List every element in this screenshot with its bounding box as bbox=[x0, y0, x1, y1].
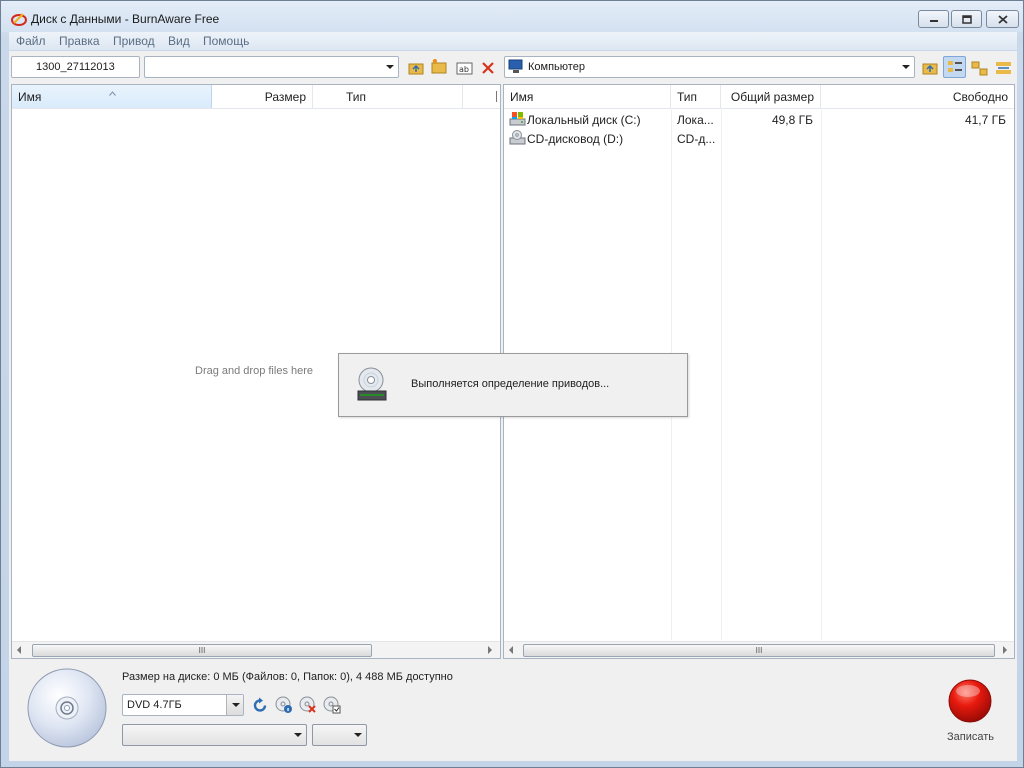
column-header-type[interactable]: Тип bbox=[313, 85, 463, 108]
chevron-down-icon[interactable] bbox=[902, 65, 910, 69]
disc-label-text: 1300_27112013 bbox=[36, 61, 115, 73]
drive-select[interactable] bbox=[122, 724, 307, 746]
list-item-local-disk[interactable]: Локальный диск (C:) Лока... 49,8 ГБ 41,7… bbox=[504, 110, 1014, 129]
refresh-icon[interactable] bbox=[251, 696, 269, 714]
horizontal-scrollbar[interactable]: III bbox=[504, 641, 1014, 658]
maximize-button[interactable] bbox=[951, 10, 982, 28]
drop-hint-text: Drag and drop files here bbox=[195, 365, 314, 377]
disc-graphic-icon bbox=[26, 667, 108, 752]
column-header-label: Размер bbox=[264, 90, 306, 104]
rename-icon[interactable]: ab bbox=[455, 59, 473, 77]
delete-icon[interactable] bbox=[479, 59, 497, 77]
scroll-thumb[interactable]: III bbox=[523, 644, 995, 657]
close-button[interactable] bbox=[986, 10, 1019, 28]
drive-type: CD-д... bbox=[677, 132, 716, 146]
column-header-extra[interactable] bbox=[463, 85, 500, 108]
location-combo[interactable]: Компьютер bbox=[504, 56, 915, 78]
header-divider bbox=[504, 108, 1014, 109]
hard-drive-icon bbox=[509, 111, 526, 130]
column-header-label: Свободно bbox=[952, 90, 1008, 104]
eject-disc-icon[interactable] bbox=[323, 696, 341, 714]
disc-label-input[interactable]: 1300_27112013 bbox=[11, 56, 140, 78]
disc-size-status: Размер на диске: 0 МБ (Файлов: 0, Папок:… bbox=[122, 671, 453, 683]
folder-up-icon[interactable] bbox=[921, 59, 939, 77]
burnaware-logo-icon bbox=[10, 11, 28, 27]
burn-button-label: Записать bbox=[947, 731, 995, 743]
drive-name: Локальный диск (C:) bbox=[527, 113, 641, 127]
disc-drive-icon bbox=[356, 367, 388, 406]
header-divider bbox=[12, 108, 500, 109]
menu-drive[interactable]: Привод bbox=[113, 34, 155, 48]
scroll-left-icon[interactable] bbox=[509, 646, 513, 654]
disc-type-select[interactable]: DVD 4.7ГБ bbox=[122, 694, 244, 716]
column-header-label: Тип bbox=[677, 90, 698, 104]
menu-file[interactable]: Файл bbox=[16, 34, 46, 48]
computer-icon bbox=[508, 59, 524, 77]
chevron-down-icon[interactable] bbox=[226, 695, 243, 715]
sync-view-icon[interactable] bbox=[994, 59, 1012, 77]
column-header-label: Тип bbox=[346, 90, 367, 104]
menu-help[interactable]: Помощь bbox=[203, 34, 249, 48]
write-speed-select[interactable] bbox=[312, 724, 367, 746]
disc-info-icon[interactable] bbox=[275, 696, 293, 714]
location-value: Компьютер bbox=[528, 61, 585, 73]
list-item-cd-drive[interactable]: CD-дисковод (D:) CD-д... bbox=[504, 129, 1014, 148]
column-header-name[interactable]: Имя bbox=[12, 85, 212, 108]
column-header-size[interactable]: Размер bbox=[212, 85, 313, 108]
sort-ascending-icon bbox=[109, 85, 116, 99]
record-icon bbox=[947, 678, 993, 727]
scroll-left-icon[interactable] bbox=[17, 646, 21, 654]
column-header-total-size[interactable]: Общий размер bbox=[721, 85, 821, 108]
window-title: Диск с Данными - BurnAware Free bbox=[31, 12, 220, 26]
menu-edit[interactable]: Правка bbox=[59, 34, 100, 48]
chevron-down-icon[interactable] bbox=[386, 65, 394, 69]
folder-up-icon[interactable] bbox=[407, 59, 425, 77]
column-header-label: Общий размер bbox=[730, 90, 814, 104]
minimize-button[interactable] bbox=[918, 10, 949, 28]
disc-type-value: DVD 4.7ГБ bbox=[127, 699, 182, 711]
list-view-icon[interactable] bbox=[970, 59, 988, 77]
column-header-label: Имя bbox=[18, 90, 42, 104]
column-divider bbox=[821, 108, 822, 640]
column-header-free[interactable]: Свободно bbox=[821, 85, 1014, 108]
scroll-thumb[interactable]: III bbox=[32, 644, 372, 657]
column-header-name[interactable]: Имя bbox=[504, 85, 671, 108]
scroll-right-icon[interactable] bbox=[488, 646, 492, 654]
horizontal-scrollbar[interactable]: III bbox=[12, 641, 500, 658]
menu-bar: Файл Правка Привод Вид Помощь bbox=[9, 32, 1017, 50]
details-view-icon[interactable] bbox=[943, 56, 966, 78]
dialog-message: Выполняется определение приводов... bbox=[411, 378, 610, 390]
new-folder-icon[interactable] bbox=[431, 57, 449, 75]
path-combo[interactable] bbox=[144, 56, 399, 78]
menu-view[interactable]: Вид bbox=[168, 34, 190, 48]
column-divider bbox=[721, 108, 722, 640]
app-window: Диск с Данными - BurnAware Free Файл Пра… bbox=[0, 0, 1024, 768]
burn-button[interactable]: Записать bbox=[937, 675, 1005, 747]
drive-name: CD-дисковод (D:) bbox=[527, 132, 624, 146]
column-divider-mark bbox=[496, 91, 497, 102]
column-header-label: Имя bbox=[510, 90, 534, 104]
cd-drive-icon bbox=[509, 130, 526, 149]
svg-text:ab: ab bbox=[459, 65, 469, 74]
scroll-right-icon[interactable] bbox=[1003, 646, 1007, 654]
drive-free-space: 41,7 ГБ bbox=[964, 113, 1006, 127]
erase-disc-icon[interactable] bbox=[299, 696, 317, 714]
column-header-type[interactable]: Тип bbox=[671, 85, 721, 108]
drive-type: Лока... bbox=[677, 113, 714, 127]
title-bar[interactable]: Диск с Данными - BurnAware Free bbox=[1, 1, 1023, 32]
detecting-drives-dialog: Выполняется определение приводов... bbox=[338, 353, 688, 417]
chevron-down-icon[interactable] bbox=[349, 725, 366, 745]
drive-total-size: 49,8 ГБ bbox=[771, 113, 813, 127]
chevron-down-icon[interactable] bbox=[289, 725, 306, 745]
